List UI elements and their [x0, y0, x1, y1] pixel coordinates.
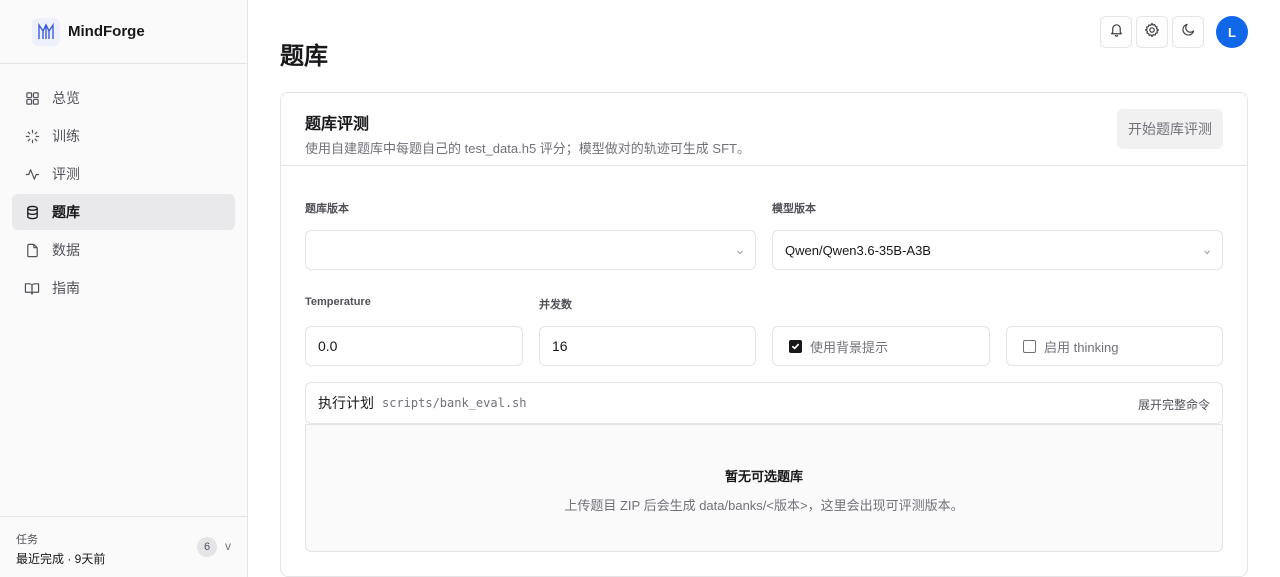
empty-state: 暂无可选题库 上传题目 ZIP 后会生成 data/banks/<版本>，这里会… [305, 424, 1223, 552]
task-status-panel[interactable]: 任务 最近完成 · 9天前 6 v [0, 516, 247, 577]
concurrency-label: 并发数 [539, 299, 572, 311]
book-open-icon [24, 280, 40, 296]
tasks-count-badge: 6 [197, 537, 217, 557]
user-avatar[interactable]: L [1216, 16, 1248, 48]
temperature-input[interactable]: 0.0 [305, 326, 523, 366]
sidebar-item-training[interactable]: 训练 [12, 118, 235, 154]
bank-eval-card: 题库评测 使用自建题库中每题自己的 test_data.h5 评分；模型做对的轨… [280, 92, 1248, 577]
mindforge-logo-icon [32, 17, 60, 46]
concurrency-input[interactable]: 16 [539, 326, 756, 366]
card-header: 题库评测 使用自建题库中每题自己的 test_data.h5 评分；模型做对的轨… [281, 93, 1247, 166]
use-context-label: 使用背景提示 [810, 339, 889, 355]
database-icon [24, 204, 40, 220]
model-version-label: 模型版本 [772, 203, 816, 215]
sidebar-item-label: 总览 [52, 90, 80, 106]
sidebar-item-label: 题库 [52, 204, 80, 220]
sidebar-item-label: 数据 [52, 242, 80, 258]
card-title: 题库评测 [305, 116, 370, 133]
sidebar-nav: 总览 训练 评测 题库 数据 指南 [0, 64, 247, 324]
card-description: 使用自建题库中每题自己的 test_data.h5 评分；模型做对的轨迹可生成 … [305, 141, 750, 156]
empty-state-title: 暂无可选题库 [724, 469, 803, 484]
moon-icon [1181, 22, 1196, 42]
file-icon [24, 242, 40, 258]
bank-version-select[interactable] [305, 230, 756, 270]
page-title: 题库 [280, 43, 328, 70]
use-context-checkbox[interactable] [789, 339, 802, 353]
empty-state-description: 上传题目 ZIP 后会生成 data/banks/<版本>，这里会出现可评测版本… [564, 498, 964, 513]
sidebar-item-label: 评测 [52, 166, 80, 182]
brand[interactable]: MindForge [0, 0, 247, 64]
start-bank-eval-button[interactable]: 开始题库评测 [1117, 109, 1223, 149]
thinking-option[interactable]: 启用 thinking [1006, 326, 1223, 366]
chevron-down-icon [735, 245, 745, 260]
bank-version-label: 题库版本 [305, 203, 349, 215]
activity-icon [24, 166, 40, 182]
temperature-value: 0.0 [318, 338, 338, 354]
grid-icon [24, 90, 40, 106]
settings-button[interactable] [1136, 16, 1168, 48]
sidebar-item-overview[interactable]: 总览 [12, 80, 235, 116]
execution-plan-script: scripts/bank_eval.sh [382, 396, 527, 410]
gear-icon [1144, 22, 1160, 43]
execution-plan-label: 执行计划 [318, 395, 374, 411]
sidebar-item-data[interactable]: 数据 [12, 232, 235, 268]
theme-toggle-button[interactable] [1172, 16, 1204, 48]
thinking-checkbox[interactable] [1023, 339, 1036, 353]
sidebar-item-label: 指南 [52, 280, 80, 296]
sidebar-item-guide[interactable]: 指南 [12, 270, 235, 306]
temperature-label: Temperature [305, 296, 371, 308]
notifications-button[interactable] [1100, 16, 1132, 48]
loader-icon [24, 128, 40, 144]
execution-plan-bar: 执行计划 scripts/bank_eval.sh 展开完整命令 [305, 382, 1223, 424]
model-version-value: Qwen/Qwen3.6-35B-A3B [785, 242, 931, 258]
sidebar-item-label: 训练 [52, 128, 80, 144]
expand-command-link[interactable]: 展开完整命令 [1138, 396, 1210, 413]
tasks-toggle[interactable]: v [225, 539, 231, 553]
model-version-select[interactable]: Qwen/Qwen3.6-35B-A3B [772, 230, 1223, 270]
bell-icon [1109, 22, 1124, 42]
chevron-down-icon [1202, 245, 1212, 260]
sidebar-item-evaluation[interactable]: 评测 [12, 156, 235, 192]
use-context-option[interactable]: 使用背景提示 [772, 326, 990, 366]
brand-name: MindForge [68, 23, 145, 40]
thinking-label: 启用 thinking [1044, 339, 1119, 355]
sidebar-item-question-bank[interactable]: 题库 [12, 194, 235, 230]
sidebar: MindForge 总览 训练 评测 题库 数据 指南 任务 最近完成 · 9天… [0, 0, 248, 577]
concurrency-value: 16 [552, 338, 568, 354]
